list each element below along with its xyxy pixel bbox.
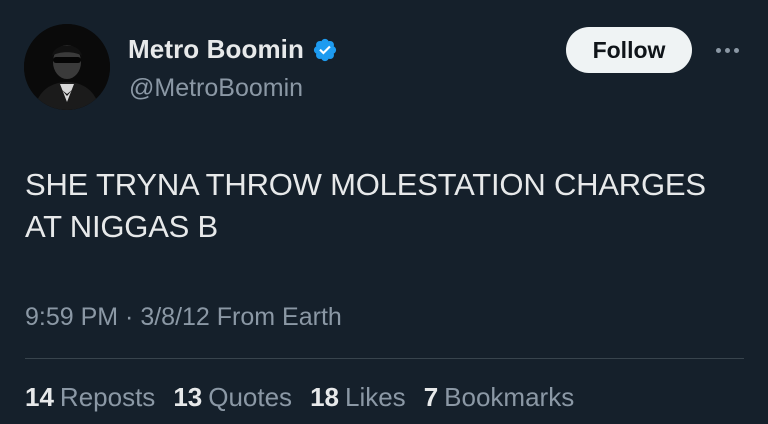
more-dot <box>724 47 730 53</box>
reposts-label: Reposts <box>59 382 156 412</box>
likes-label: Likes <box>344 382 406 412</box>
author-name-row: Metro Boomin <box>128 34 338 65</box>
engagement-stats: 14 Reposts 13 Quotes 18 Likes 7 Bookmark… <box>25 382 574 413</box>
reposts-count: 14 <box>25 382 54 412</box>
profile-photo <box>24 24 110 110</box>
bookmarks-label: Bookmarks <box>444 382 575 412</box>
likes-count: 18 <box>310 382 339 412</box>
more-options-icon[interactable] <box>711 38 743 62</box>
verified-badge-icon[interactable] <box>312 37 338 63</box>
author-display-name[interactable]: Metro Boomin <box>128 34 304 65</box>
tweet-text: SHE TRYNA THROW MOLESTATION CHARGES AT N… <box>25 167 706 244</box>
divider <box>25 358 744 359</box>
bookmarks-count: 7 <box>423 382 439 412</box>
quotes-stat[interactable]: 13 Quotes <box>173 382 292 413</box>
tweet-timestamp[interactable]: 9:59 PM · 3/8/12 From Earth <box>25 303 342 332</box>
bookmarks-stat[interactable]: 7 Bookmarks <box>424 382 575 413</box>
follow-button[interactable]: Follow <box>566 27 692 73</box>
author-handle[interactable]: @MetroBoomin <box>129 74 303 103</box>
likes-stat[interactable]: 18 Likes <box>310 382 406 413</box>
avatar[interactable] <box>24 24 110 110</box>
reposts-stat[interactable]: 14 Reposts <box>25 382 155 413</box>
quotes-count: 13 <box>173 382 203 412</box>
more-dot <box>733 47 739 53</box>
quotes-label: Quotes <box>208 382 293 412</box>
more-dot <box>715 47 721 53</box>
